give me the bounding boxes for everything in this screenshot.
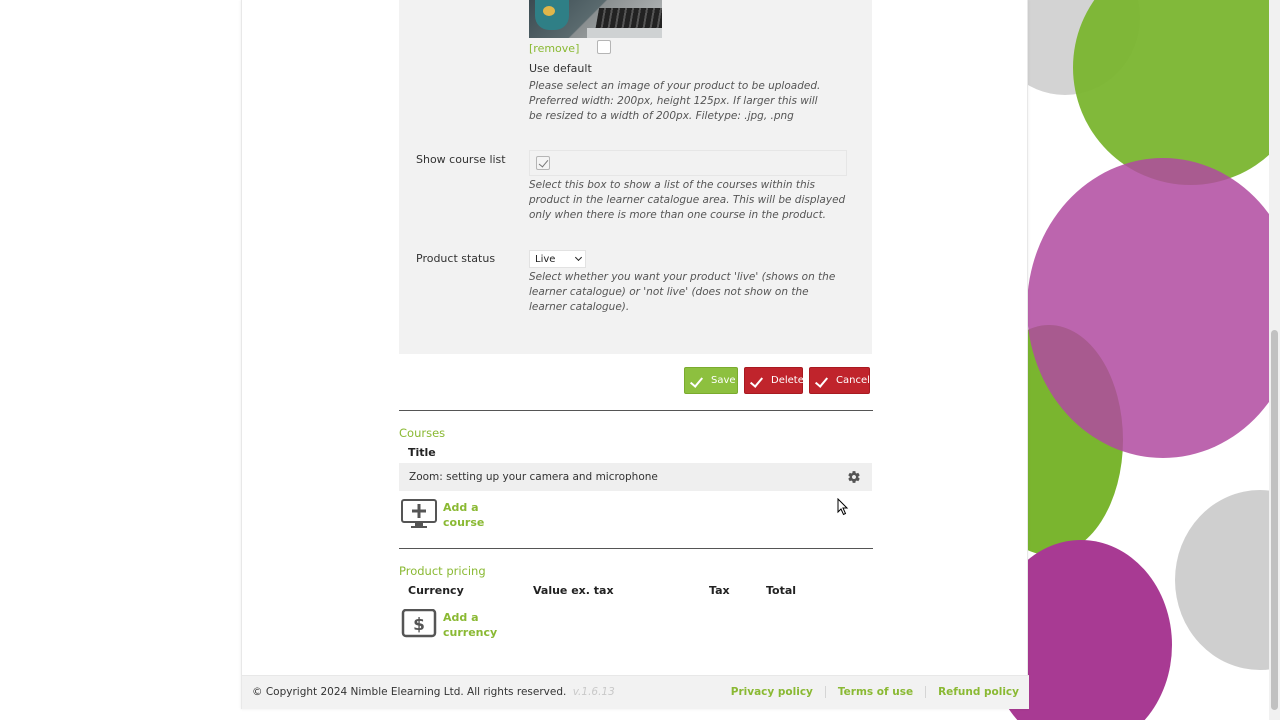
show-course-list-field xyxy=(529,150,847,176)
pricing-section-title: Product pricing xyxy=(399,564,486,578)
add-currency-icon[interactable]: $ xyxy=(401,609,437,639)
divider xyxy=(399,410,873,411)
gear-icon[interactable] xyxy=(847,470,861,484)
add-currency-line1: Add a xyxy=(443,611,479,624)
product-status-selected: Live xyxy=(535,254,556,265)
scrollbar-thumb[interactable] xyxy=(1271,330,1278,710)
laptop-edge-shape xyxy=(587,28,662,38)
add-course-link[interactable]: Add a course xyxy=(443,500,484,530)
product-status-label: Product status xyxy=(416,252,496,265)
use-default-checkbox[interactable] xyxy=(597,40,611,54)
save-button[interactable]: Save xyxy=(684,367,738,394)
add-course-icon[interactable] xyxy=(401,499,437,529)
courses-col-title: Title xyxy=(408,446,436,459)
product-status-select[interactable]: Live xyxy=(529,250,586,268)
check-icon xyxy=(814,374,829,388)
footer-links: Privacy policy Terms of use Refund polic… xyxy=(719,686,1019,698)
deco-circle-green-top xyxy=(1073,0,1280,185)
add-currency-link[interactable]: Add a currency xyxy=(443,610,497,640)
show-course-list-checkbox[interactable] xyxy=(536,156,550,170)
image-upload-hint: Please select an image of your product t… xyxy=(529,80,821,122)
pricing-col-value: Value ex. tax xyxy=(533,584,614,597)
cancel-label: Cancel xyxy=(836,375,870,386)
svg-text:$: $ xyxy=(413,615,425,635)
add-currency-line2: currency xyxy=(443,626,498,639)
courses-section-title: Courses xyxy=(399,426,446,440)
pricing-col-tax: Tax xyxy=(709,584,730,597)
save-label: Save xyxy=(711,375,736,386)
product-form-panel: [remove] Use default Please select an im… xyxy=(399,0,872,354)
copyright-text: © Copyright 2024 Nimble Elearning Ltd. A… xyxy=(252,686,615,698)
course-title: Zoom: setting up your camera and microph… xyxy=(409,471,658,483)
cancel-button[interactable]: Cancel xyxy=(809,367,870,394)
mouse-cursor-icon xyxy=(837,498,849,516)
add-course-line2: course xyxy=(443,516,485,529)
terms-of-use-link[interactable]: Terms of use xyxy=(824,686,925,698)
footer: © Copyright 2024 Nimble Elearning Ltd. A… xyxy=(242,675,1029,709)
version-text: v.1.6.13 xyxy=(572,686,615,698)
show-course-list-hint: Select this box to show a list of the co… xyxy=(529,179,846,221)
deco-circle-grey-right xyxy=(1175,490,1280,670)
deco-circle-magenta-mid xyxy=(1027,158,1280,458)
add-course-line1: Add a xyxy=(443,501,479,514)
product-edit-page: [remove] Use default Please select an im… xyxy=(241,0,1029,709)
privacy-policy-link[interactable]: Privacy policy xyxy=(719,686,825,698)
product-image-thumbnail xyxy=(529,0,662,38)
divider xyxy=(399,548,873,549)
copyright: © Copyright 2024 Nimble Elearning Ltd. A… xyxy=(252,686,567,698)
refund-policy-link[interactable]: Refund policy xyxy=(925,686,1019,698)
check-icon xyxy=(689,374,704,388)
chevron-down-icon xyxy=(574,253,583,262)
delete-label: Delete xyxy=(771,375,804,386)
delete-button[interactable]: Delete xyxy=(744,367,804,394)
pricing-col-currency: Currency xyxy=(408,584,464,597)
vertical-scrollbar[interactable] xyxy=(1269,0,1280,720)
table-row[interactable]: Zoom: setting up your camera and microph… xyxy=(399,463,872,491)
mug-detail xyxy=(543,6,555,16)
remove-image-link[interactable]: [remove] xyxy=(529,42,579,55)
show-course-list-label: Show course list xyxy=(416,153,506,166)
check-icon xyxy=(749,374,764,388)
pricing-col-total: Total xyxy=(766,584,797,597)
use-default-label: Use default xyxy=(529,62,592,75)
product-status-hint: Select whether you want your product 'li… xyxy=(529,271,836,313)
